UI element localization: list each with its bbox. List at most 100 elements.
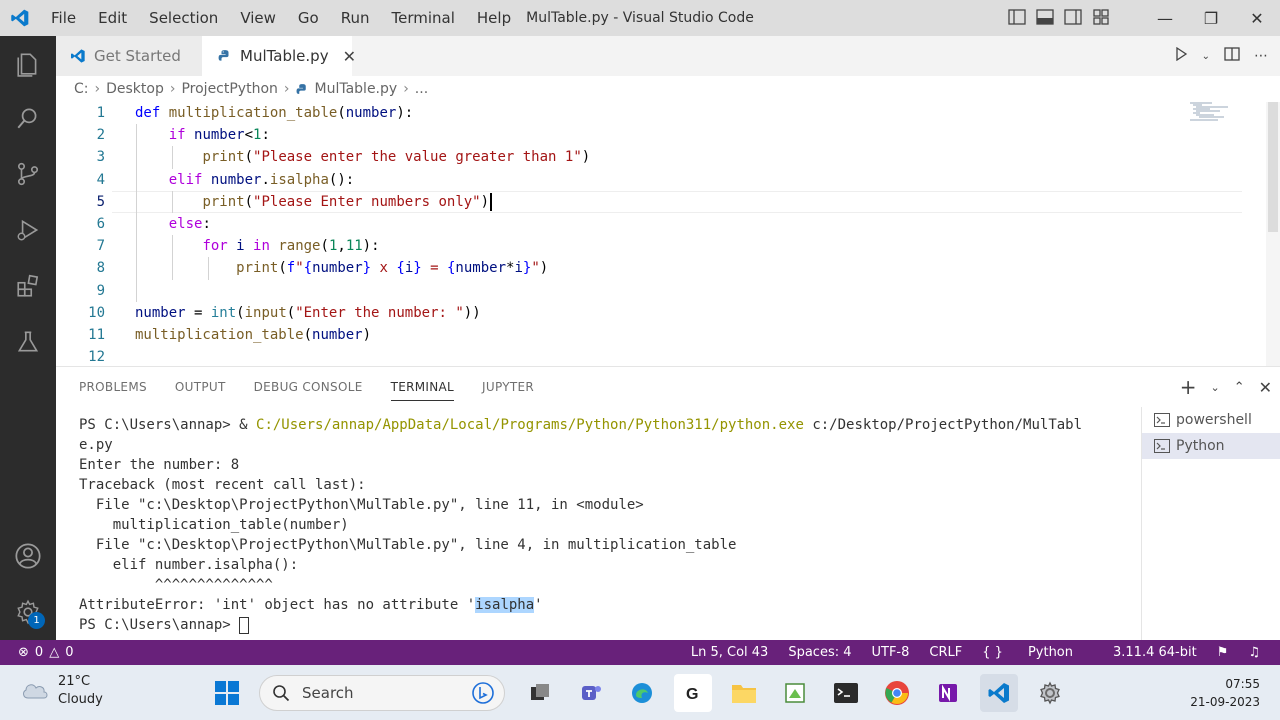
windows-start-icon[interactable] [208, 674, 246, 712]
chrome-browser-icon[interactable] [878, 674, 916, 712]
tab-debug-console[interactable]: DEBUG CONSOLE [254, 367, 363, 407]
code-token: ): [362, 238, 380, 255]
tab-output[interactable]: OUTPUT [175, 367, 226, 407]
tab-multable-py[interactable]: MulTable.py ✕ [202, 36, 356, 76]
menu-view[interactable]: View [229, 0, 287, 36]
close-window-icon[interactable]: ✕ [1234, 0, 1280, 36]
chevron-down-icon[interactable]: ⌄ [1202, 51, 1210, 62]
language-mode[interactable]: { } Python [982, 645, 1093, 660]
weather-widget[interactable]: 21°C Cloudy [20, 673, 103, 709]
run-file-icon[interactable] [1174, 46, 1188, 65]
explorer-icon[interactable] [0, 40, 56, 88]
feedback-icon[interactable]: ⚑ [1217, 645, 1229, 660]
line-number: 7 [96, 238, 105, 255]
menu-edit[interactable]: Edit [87, 0, 138, 36]
vscode-logo-icon[interactable] [0, 0, 40, 36]
menu-help[interactable]: Help [466, 0, 522, 36]
code-lines[interactable]: def multiplication_table(number): if num… [135, 102, 1235, 366]
python-interpreter[interactable]: 3.11.4 64-bit [1113, 645, 1197, 660]
breadcrumb-file[interactable]: MulTable.py [315, 81, 398, 97]
code-line: else: [135, 213, 1235, 235]
code-token: : [261, 127, 270, 144]
split-editor-icon[interactable] [1224, 46, 1240, 66]
code-token: (): [328, 171, 355, 188]
maximize-panel-icon[interactable]: ⌃ [1234, 380, 1245, 395]
notifications-bell-icon[interactable]: ♫ [1248, 645, 1260, 660]
terminal-line: multiplication_table(number) [79, 517, 349, 533]
panel-tabs: PROBLEMS OUTPUT DEBUG CONSOLE TERMINAL J… [56, 367, 562, 407]
tab-get-started[interactable]: Get Started [56, 36, 202, 76]
customize-layout-icon[interactable] [1092, 8, 1112, 28]
vscode-tab-icon [70, 48, 86, 64]
terminal-app-icon[interactable] [827, 674, 865, 712]
more-actions-icon[interactable]: ⋯ [1254, 48, 1268, 64]
breadcrumb-symbol[interactable]: ... [415, 81, 428, 97]
line-number: 1 [96, 105, 105, 121]
terminal-item-powershell[interactable]: powershell [1142, 407, 1280, 433]
menu-go[interactable]: Go [287, 0, 330, 36]
tab-problems[interactable]: PROBLEMS [79, 367, 147, 407]
minimap[interactable] [1190, 102, 1260, 122]
problems-status[interactable]: ⊗ 0 △ 0 [0, 645, 73, 660]
source-control-icon[interactable] [0, 150, 56, 198]
error-text-end: ' [534, 597, 543, 613]
vscode-taskbar-icon[interactable] [980, 673, 1018, 712]
file-explorer-icon[interactable] [725, 674, 763, 712]
settings-gear-icon[interactable] [0, 588, 56, 636]
error-text: AttributeError: 'int' object has no attr… [79, 597, 476, 613]
new-terminal-icon[interactable]: + [1180, 375, 1197, 399]
line-number: 12 [88, 349, 105, 366]
onenote-icon[interactable] [929, 674, 967, 712]
teams-icon[interactable] [572, 674, 610, 712]
breadcrumb-drive[interactable]: C: [74, 81, 89, 97]
settings-app-icon[interactable] [1031, 674, 1069, 712]
google-g-icon[interactable]: G [674, 673, 712, 712]
window-controls: — ❐ ✕ [1142, 0, 1280, 36]
terminal-icon [1154, 439, 1170, 453]
close-panel-icon[interactable]: ✕ [1259, 378, 1272, 397]
restore-icon[interactable]: ❐ [1188, 0, 1234, 36]
menu-terminal[interactable]: Terminal [381, 0, 466, 36]
line-numbers: 1 2 3 4 5 6 7 8 9 10 11 12 [56, 102, 112, 366]
extensions-icon[interactable] [0, 262, 56, 310]
toggle-panel-icon[interactable] [1036, 8, 1056, 28]
scrollbar-thumb[interactable] [1268, 102, 1278, 232]
account-icon[interactable] [0, 532, 56, 580]
search-placeholder: Search [302, 683, 354, 702]
taskbar-search[interactable]: Search [259, 674, 505, 711]
toggle-secondary-sidebar-icon[interactable] [1064, 8, 1084, 28]
terminal-item-python[interactable]: Python [1142, 433, 1280, 459]
search-icon[interactable] [0, 94, 56, 142]
breadcrumb-projectpython[interactable]: ProjectPython [181, 81, 277, 97]
cursor-position[interactable]: Ln 5, Col 43 [691, 645, 768, 660]
code-editor[interactable]: 1 2 3 4 5 6 7 8 9 10 11 12 def multiplic… [56, 102, 1266, 366]
code-token: print [202, 149, 245, 166]
task-view-icon[interactable] [521, 674, 559, 712]
run-debug-icon[interactable] [0, 206, 56, 254]
menu-file[interactable]: File [40, 0, 87, 36]
line-number: 5 [96, 193, 105, 210]
line-ending[interactable]: CRLF [929, 645, 962, 660]
tab-terminal[interactable]: TERMINAL [390, 367, 455, 407]
code-token: "Please enter the value greater than 1" [253, 149, 582, 166]
menu-run[interactable]: Run [330, 0, 381, 36]
encoding[interactable]: UTF-8 [872, 645, 910, 660]
close-tab-icon[interactable]: ✕ [343, 47, 356, 66]
system-clock[interactable]: 07:55 21-09-2023 [1190, 675, 1260, 711]
edge-browser-icon[interactable] [623, 674, 661, 712]
indentation[interactable]: Spaces: 4 [788, 645, 851, 660]
tab-jupyter[interactable]: JUPYTER [482, 367, 534, 407]
minimize-icon[interactable]: — [1142, 0, 1188, 36]
editor-scrollbar[interactable] [1266, 102, 1280, 366]
menu-selection[interactable]: Selection [138, 0, 229, 36]
code-token: i [514, 260, 523, 277]
chevron-right-icon: › [283, 81, 290, 97]
terminal-line: Enter the number: 8 [79, 457, 240, 473]
chevron-down-icon[interactable]: ⌄ [1210, 381, 1219, 394]
paint-app-icon[interactable] [776, 674, 814, 712]
terminal-output[interactable]: PS C:\Users\annap> & C:/Users/annap/AppD… [79, 415, 1139, 635]
breadcrumb-desktop[interactable]: Desktop [106, 81, 164, 97]
testing-icon[interactable] [0, 318, 56, 366]
toggle-sidebar-icon[interactable] [1008, 8, 1028, 28]
